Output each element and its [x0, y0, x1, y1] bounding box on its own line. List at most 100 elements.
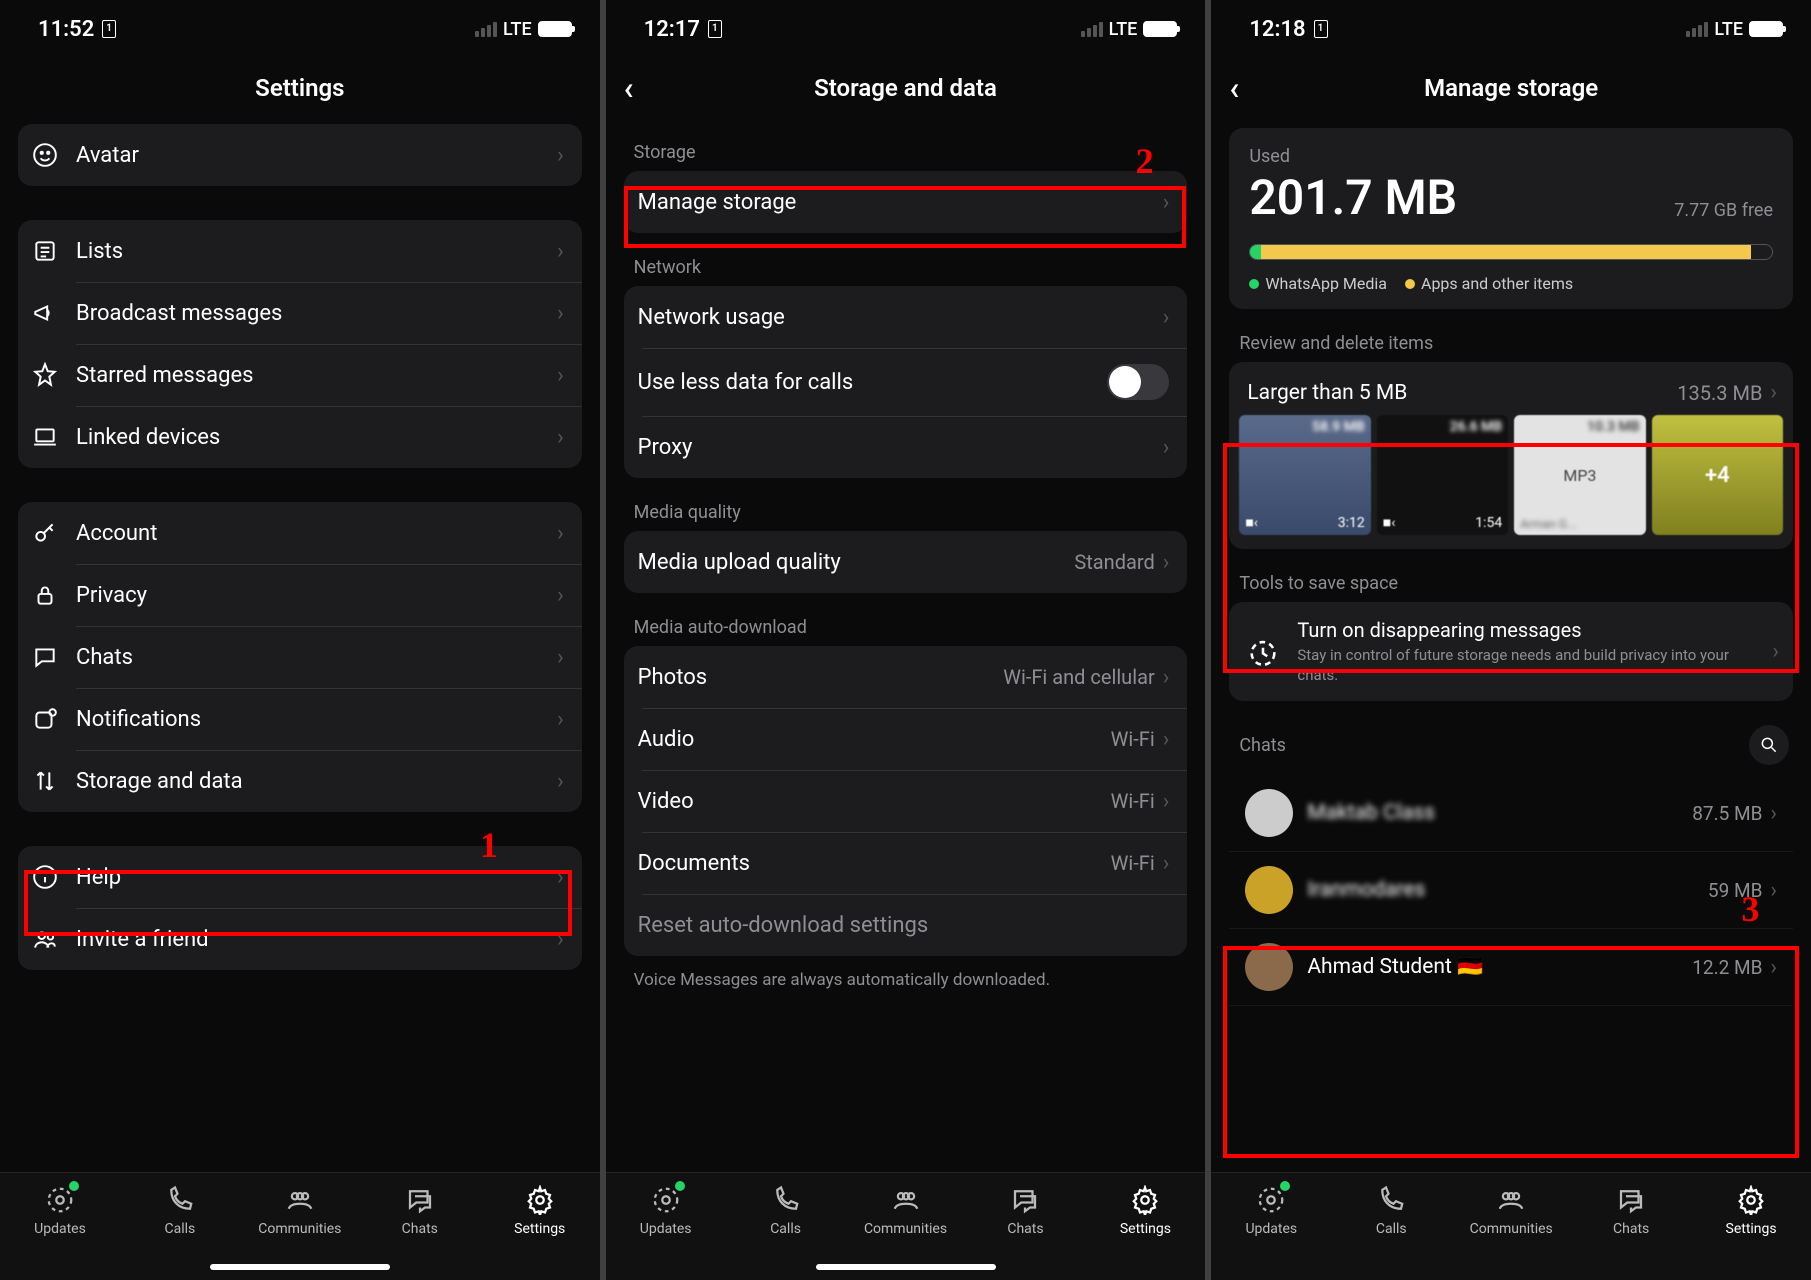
chat-row[interactable]: Maktab Class 87.5 MB ›	[1229, 775, 1793, 852]
usage-bar	[1249, 244, 1773, 260]
communities-icon	[1496, 1183, 1526, 1217]
avatar	[1245, 943, 1293, 991]
row-invite[interactable]: Invite a friend ›	[18, 908, 582, 970]
row-lists[interactable]: Lists ›	[18, 220, 582, 282]
media-thumb[interactable]: MP3 10.3 MB Arman G...	[1514, 415, 1645, 535]
row-network-usage[interactable]: Network usage ›	[624, 286, 1188, 348]
row-upload-quality[interactable]: Media upload quality Standard ›	[624, 531, 1188, 593]
row-value: Wi-Fi	[1111, 789, 1155, 813]
row-label: Network usage	[638, 305, 1163, 330]
row-account[interactable]: Account ›	[18, 502, 582, 564]
row-value: Standard	[1074, 550, 1154, 574]
row-video[interactable]: Video Wi-Fi ›	[624, 770, 1188, 832]
arrows-updown-icon	[32, 767, 68, 795]
row-label: Chats	[76, 645, 557, 670]
tab-communities[interactable]: Communities	[240, 1183, 360, 1237]
tab-communities[interactable]: Communities	[846, 1183, 966, 1237]
toggle-use-less-data[interactable]	[1107, 364, 1169, 400]
tab-updates[interactable]: Updates	[606, 1183, 726, 1237]
media-thumb[interactable]: 58.9 MB ■‹ 3:12	[1239, 415, 1370, 535]
row-chats[interactable]: Chats ›	[18, 626, 582, 688]
chevron-right-icon: ›	[557, 239, 564, 264]
chat-name: Maktab Class	[1307, 801, 1692, 825]
signal-icon	[475, 22, 497, 37]
section-tools: Tools to save space	[1229, 549, 1793, 602]
row-label: Manage storage	[638, 190, 1163, 215]
tab-chats[interactable]: Chats	[360, 1183, 480, 1237]
row-storage-and-data[interactable]: Storage and data ›	[18, 750, 582, 812]
row-label: Privacy	[76, 583, 557, 608]
row-manage-storage[interactable]: Manage storage ›	[624, 171, 1188, 233]
row-broadcast[interactable]: Broadcast messages ›	[18, 282, 582, 344]
back-button[interactable]: ‹	[624, 69, 634, 107]
battery-icon	[1143, 21, 1177, 37]
tab-chats[interactable]: Chats	[965, 1183, 1085, 1237]
tab-updates[interactable]: Updates	[1211, 1183, 1331, 1237]
disappearing-messages-card[interactable]: Turn on disappearing messages Stay in co…	[1229, 602, 1793, 701]
media-thumb-more[interactable]: +4	[1652, 415, 1783, 535]
usage-card: Used 201.7 MB 7.77 GB free WhatsApp Medi…	[1229, 128, 1793, 309]
tab-calls[interactable]: Calls	[1331, 1183, 1451, 1237]
screen-settings: 11:52 LTE Settings Avatar ›	[0, 0, 600, 1280]
chat-name: Ahmad Student 🇩🇪	[1307, 955, 1692, 979]
row-label: Starred messages	[76, 363, 557, 388]
chevron-right-icon: ›	[557, 769, 564, 794]
chevron-right-icon: ›	[1770, 955, 1777, 980]
screen-manage-storage: 12:18 LTE ‹ Manage storage Used 201.7 MB…	[1211, 0, 1811, 1280]
tool-subtitle: Stay in control of future storage needs …	[1297, 646, 1758, 685]
chat-icon	[32, 643, 68, 671]
section-media-quality: Media quality	[624, 478, 1188, 531]
row-proxy[interactable]: Proxy ›	[624, 416, 1188, 478]
row-label: Proxy	[638, 435, 1163, 460]
chevron-right-icon: ›	[557, 363, 564, 388]
chat-size: 12.2 MB	[1692, 956, 1762, 979]
row-label: Help	[76, 865, 557, 890]
row-use-less-data[interactable]: Use less data for calls	[624, 348, 1188, 416]
chevron-right-icon: ›	[1770, 801, 1777, 826]
chevron-right-icon: ›	[557, 865, 564, 890]
row-label: Media upload quality	[638, 550, 1075, 575]
network-label: LTE	[503, 19, 532, 40]
tab-settings[interactable]: Settings	[480, 1183, 600, 1237]
used-label: Used	[1249, 146, 1773, 167]
tab-bar: Updates Calls Communities Chats Settings	[1211, 1172, 1811, 1280]
tab-calls[interactable]: Calls	[120, 1183, 240, 1237]
tab-calls[interactable]: Calls	[726, 1183, 846, 1237]
sim-icon	[102, 20, 116, 38]
tab-chats[interactable]: Chats	[1571, 1183, 1691, 1237]
tab-communities[interactable]: Communities	[1451, 1183, 1571, 1237]
larger-than-card[interactable]: Larger than 5 MB 135.3 MB › 58.9 MB ■‹ 3…	[1229, 362, 1793, 549]
chat-row[interactable]: Ahmad Student 🇩🇪 12.2 MB ›	[1229, 929, 1793, 1006]
row-label: Notifications	[76, 707, 557, 732]
avatar	[1245, 866, 1293, 914]
chats-icon	[405, 1183, 435, 1217]
search-button[interactable]	[1749, 725, 1789, 765]
footnote: Voice Messages are always automatically …	[624, 956, 1188, 1004]
row-avatar[interactable]: Avatar ›	[18, 124, 582, 186]
row-label: Account	[76, 521, 557, 546]
back-button[interactable]: ‹	[1229, 69, 1239, 107]
row-notifications[interactable]: Notifications ›	[18, 688, 582, 750]
media-thumb[interactable]: 26.6 MB ■‹ 1:54	[1377, 415, 1508, 535]
row-starred[interactable]: Starred messages ›	[18, 344, 582, 406]
screen-storage-and-data: 12:17 LTE ‹ Storage and data Storage Man…	[606, 0, 1206, 1280]
row-privacy[interactable]: Privacy ›	[18, 564, 582, 626]
tab-settings[interactable]: Settings	[1691, 1183, 1811, 1237]
row-audio[interactable]: Audio Wi-Fi ›	[624, 708, 1188, 770]
page-title: Settings	[255, 74, 344, 102]
row-reset-autodownload[interactable]: Reset auto-download settings	[624, 894, 1188, 956]
row-label: Storage and data	[76, 769, 557, 794]
home-indicator	[210, 1264, 390, 1270]
tab-settings[interactable]: Settings	[1085, 1183, 1205, 1237]
section-review: Review and delete items	[1229, 309, 1793, 362]
tab-updates[interactable]: Updates	[0, 1183, 120, 1237]
row-linked-devices[interactable]: Linked devices ›	[18, 406, 582, 468]
row-photos[interactable]: Photos Wi-Fi and cellular ›	[624, 646, 1188, 708]
updates-icon	[45, 1183, 75, 1217]
chevron-right-icon: ›	[557, 645, 564, 670]
network-label: LTE	[1714, 19, 1743, 40]
lock-icon	[32, 581, 68, 609]
chevron-right-icon: ›	[557, 301, 564, 326]
row-documents[interactable]: Documents Wi-Fi ›	[624, 832, 1188, 894]
chat-row[interactable]: Iranmodares 59 MB ›	[1229, 852, 1793, 929]
